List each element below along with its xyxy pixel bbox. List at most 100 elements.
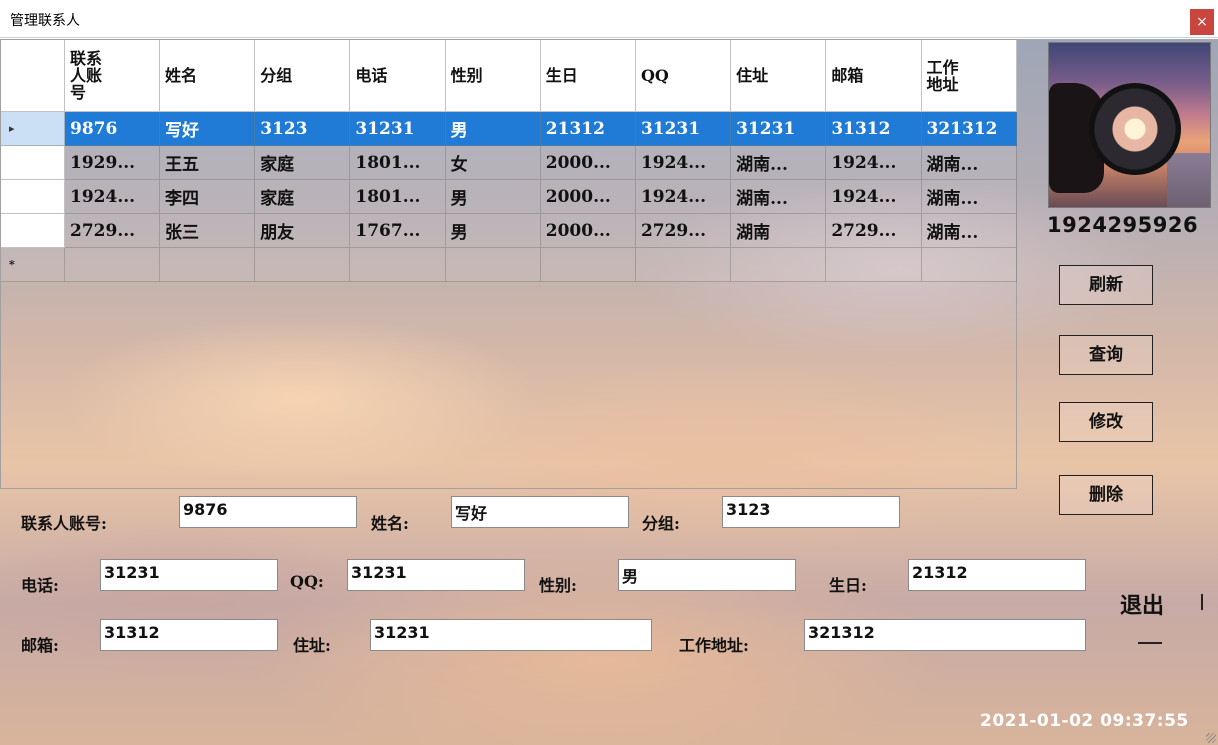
table-cell[interactable]: 21312: [540, 112, 636, 146]
header-corner[interactable]: [1, 40, 65, 112]
table-cell[interactable]: [635, 248, 732, 282]
qq-label: QQ:: [290, 572, 324, 591]
row-header[interactable]: [1, 146, 65, 180]
table-row[interactable]: 1929... 王五 家庭 1801... 女 2000... 1924... 湖南... 19…: [1, 146, 1017, 180]
table-cell[interactable]: 家庭: [255, 180, 351, 214]
column-header[interactable]: 住址: [731, 40, 827, 112]
table-cell[interactable]: 湖南...: [731, 146, 827, 180]
table-cell[interactable]: 2000...: [540, 214, 636, 248]
resize-grip[interactable]: [1206, 733, 1216, 743]
qq-field[interactable]: 31231: [347, 559, 525, 591]
group-label: 分组:: [642, 514, 680, 533]
account-label: 联系人账号:: [21, 514, 107, 533]
table-cell[interactable]: 1924...: [65, 180, 160, 214]
column-header[interactable]: QQ: [635, 40, 732, 112]
table-row[interactable]: ▸ 9876 写好 3123 31231 男 21312 31231 31231 31312 321…: [1, 112, 1017, 146]
table-cell[interactable]: [350, 248, 446, 282]
table-cell[interactable]: 321312: [921, 112, 1017, 146]
table-cell[interactable]: 1924...: [826, 180, 922, 214]
table-cell[interactable]: [255, 248, 351, 282]
table-row[interactable]: 2729... 张三 朋友 1767... 男 2000... 2729... 湖南 2729.…: [1, 214, 1017, 248]
table-cell[interactable]: [160, 248, 256, 282]
table-cell[interactable]: [921, 248, 1017, 282]
account-number: 1924295926: [1047, 213, 1199, 237]
modify-button[interactable]: 修改: [1059, 402, 1153, 442]
query-button[interactable]: 查询: [1059, 335, 1153, 375]
new-row-marker[interactable]: *: [1, 248, 65, 282]
table-cell[interactable]: 湖南...: [731, 180, 827, 214]
gender-field[interactable]: 男: [618, 559, 796, 591]
city-skyline: [1167, 153, 1210, 207]
group-field[interactable]: 3123: [722, 496, 900, 528]
table-cell[interactable]: 3123: [255, 112, 351, 146]
column-header[interactable]: 分组: [255, 40, 351, 112]
table-cell[interactable]: [731, 248, 827, 282]
table-cell[interactable]: 2000...: [540, 146, 636, 180]
account-field[interactable]: 9876: [179, 496, 357, 528]
table-cell[interactable]: 31312: [826, 112, 922, 146]
address-label: 住址:: [293, 636, 331, 655]
table-cell[interactable]: 朋友: [255, 214, 351, 248]
table-cell[interactable]: 1801...: [350, 180, 446, 214]
table-cell[interactable]: 9876: [65, 112, 160, 146]
avatar: [1048, 42, 1211, 208]
table-cell[interactable]: 1924...: [826, 146, 922, 180]
email-field[interactable]: 31312: [100, 619, 278, 651]
table-cell[interactable]: 2729...: [65, 214, 160, 248]
refresh-button[interactable]: 刷新: [1059, 265, 1153, 305]
table-cell[interactable]: 湖南...: [921, 214, 1017, 248]
table-cell[interactable]: 31231: [635, 112, 732, 146]
table-cell[interactable]: 李四: [160, 180, 256, 214]
table-cell[interactable]: 男: [445, 214, 541, 248]
table-cell[interactable]: 2729...: [635, 214, 732, 248]
table-cell[interactable]: 1924...: [635, 146, 732, 180]
table-cell[interactable]: 1767...: [350, 214, 446, 248]
table-cell[interactable]: 男: [445, 112, 541, 146]
table-cell[interactable]: 1801...: [350, 146, 446, 180]
table-cell[interactable]: 男: [445, 180, 541, 214]
table-cell[interactable]: 31231: [350, 112, 446, 146]
phone-field[interactable]: 31231: [100, 559, 278, 591]
table-cell[interactable]: 王五: [160, 146, 256, 180]
column-header[interactable]: 性别: [445, 40, 541, 112]
close-button[interactable]: ×: [1190, 9, 1214, 35]
table-cell[interactable]: 湖南: [731, 214, 827, 248]
table-cell[interactable]: 张三: [160, 214, 256, 248]
table-cell[interactable]: [540, 248, 636, 282]
table-cell[interactable]: 写好: [160, 112, 256, 146]
table-cell[interactable]: 2729...: [826, 214, 922, 248]
table-cell[interactable]: [65, 248, 160, 282]
new-row[interactable]: *: [1, 248, 1017, 282]
exit-button[interactable]: 退出: [1120, 588, 1164, 620]
column-header[interactable]: 姓名: [160, 40, 256, 112]
address-field[interactable]: 31231: [370, 619, 652, 651]
work-address-field[interactable]: 321312: [804, 619, 1086, 651]
lens-ring: [1089, 83, 1181, 175]
table-cell[interactable]: 1924...: [635, 180, 732, 214]
table-cell[interactable]: 湖南...: [921, 180, 1017, 214]
birthday-field[interactable]: 21312: [908, 559, 1086, 591]
table-cell[interactable]: 31231: [731, 112, 827, 146]
table-cell[interactable]: [826, 248, 922, 282]
table-cell[interactable]: [445, 248, 541, 282]
column-header[interactable]: 电话: [350, 40, 446, 112]
column-header[interactable]: 工作 地址: [921, 40, 1017, 112]
column-header[interactable]: 联系 人账 号: [65, 40, 160, 112]
table-cell[interactable]: 家庭: [255, 146, 351, 180]
window-title: 管理联系人: [10, 13, 80, 29]
title-bar: 管理联系人 ×: [0, 0, 1218, 38]
table-row[interactable]: 1924... 李四 家庭 1801... 男 2000... 1924... 湖南... 19…: [1, 180, 1017, 214]
table-cell[interactable]: 湖南...: [921, 146, 1017, 180]
row-header[interactable]: [1, 180, 65, 214]
name-field[interactable]: 写好: [451, 496, 629, 528]
table-cell[interactable]: 女: [445, 146, 541, 180]
row-header[interactable]: [1, 214, 65, 248]
column-header[interactable]: 生日: [540, 40, 636, 112]
column-header[interactable]: 邮箱: [826, 40, 922, 112]
table-cell[interactable]: 2000...: [540, 180, 636, 214]
gender-label: 性别:: [539, 576, 577, 595]
delete-button[interactable]: 删除: [1059, 475, 1153, 515]
contacts-grid[interactable]: 联系 人账 号姓名 分组 电话 性别 生日 QQ 住址 邮箱 工作 地址 ▸ 9876 写好 3123 3…: [0, 39, 1017, 489]
row-header[interactable]: ▸: [1, 112, 65, 146]
table-cell[interactable]: 1929...: [65, 146, 160, 180]
